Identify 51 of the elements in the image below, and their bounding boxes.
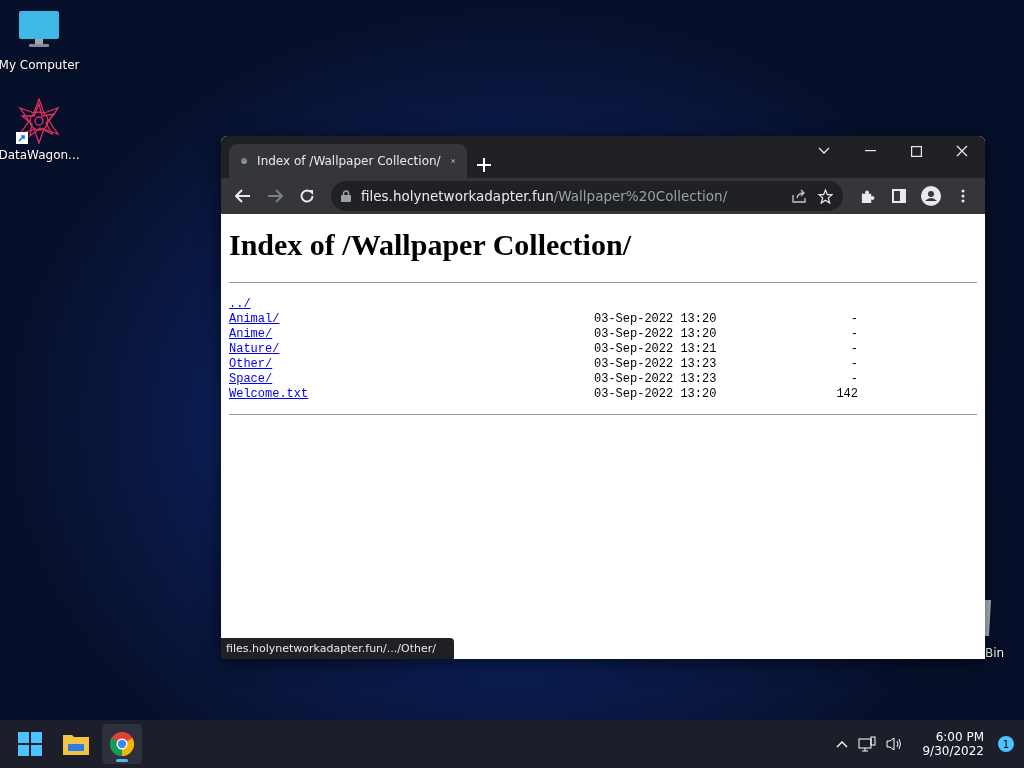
minimize-icon[interactable] xyxy=(864,150,876,152)
desktop-icon[interactable]: DataWagon... xyxy=(0,98,80,162)
windows-logo-icon xyxy=(18,732,42,756)
file-link[interactable]: ../ xyxy=(229,297,251,311)
file-size: - xyxy=(849,372,858,387)
file-link[interactable]: Welcome.txt xyxy=(229,387,309,401)
taskbar-button[interactable] xyxy=(102,724,142,764)
reload-icon[interactable] xyxy=(299,188,315,204)
maximize-icon[interactable] xyxy=(910,145,922,157)
forward-arrow-icon[interactable] xyxy=(267,189,283,203)
notification-badge[interactable]: 1 xyxy=(998,736,1014,752)
file-size: - xyxy=(849,342,858,357)
modified-date: 03-Sep-2022 13:20 xyxy=(594,312,718,327)
file-size: - xyxy=(849,327,858,342)
url-text: files.holynetworkadapter.fun/Wallpaper%20Collection/ xyxy=(361,188,729,204)
file-link[interactable]: Other/ xyxy=(229,357,273,371)
clock[interactable]: 6:00 PM 9/30/2022 xyxy=(922,730,984,758)
file-size: - xyxy=(849,357,858,372)
close-icon[interactable] xyxy=(956,145,968,157)
modified-date: 03-Sep-2022 13:20 xyxy=(594,327,718,342)
menu-icon[interactable] xyxy=(961,189,965,203)
star-icon[interactable] xyxy=(818,188,833,204)
network-icon[interactable] xyxy=(858,736,877,752)
desktop-icon-label[interactable]: Bin xyxy=(985,646,1005,660)
back-arrow-icon[interactable] xyxy=(235,189,251,203)
file-link[interactable]: Anime/ xyxy=(229,327,273,341)
file-size: - xyxy=(849,312,858,327)
status-bubble: files.holynetworkadapter.fun/.../Other/ xyxy=(221,638,454,659)
desktop-icon[interactable]: My Computer xyxy=(0,8,80,72)
modified-date: 03-Sep-2022 13:23 xyxy=(594,372,718,387)
chevron-up-icon[interactable] xyxy=(836,740,849,748)
file-size: 142 xyxy=(835,387,858,402)
chevron-down-icon[interactable] xyxy=(818,147,830,155)
side-panel-icon[interactable] xyxy=(892,189,906,203)
file-link[interactable]: Animal/ xyxy=(229,312,280,326)
share-icon[interactable] xyxy=(792,189,808,203)
profile-icon[interactable] xyxy=(921,186,941,206)
file-link[interactable]: Space/ xyxy=(229,372,273,386)
lock-icon xyxy=(341,190,351,202)
puzzle-icon[interactable] xyxy=(859,188,875,204)
address-bar[interactable]: files.holynetworkadapter.fun/Wallpaper%20Collection/ xyxy=(331,181,843,211)
star-mandala-icon xyxy=(16,98,62,144)
chrome-icon xyxy=(110,732,134,756)
modified-date: 03-Sep-2022 13:21 xyxy=(594,342,718,357)
modified-date: 03-Sep-2022 13:20 xyxy=(594,387,718,402)
browser-tab[interactable]: Index of /Wallpaper Collection/ xyxy=(229,144,467,178)
modified-date: 03-Sep-2022 13:23 xyxy=(594,357,718,372)
new-tab-icon[interactable] xyxy=(477,158,491,172)
folder-icon xyxy=(63,733,89,755)
file-link[interactable]: Nature/ xyxy=(229,342,280,356)
page-heading: Index of /Wallpaper Collection/ xyxy=(229,228,633,262)
